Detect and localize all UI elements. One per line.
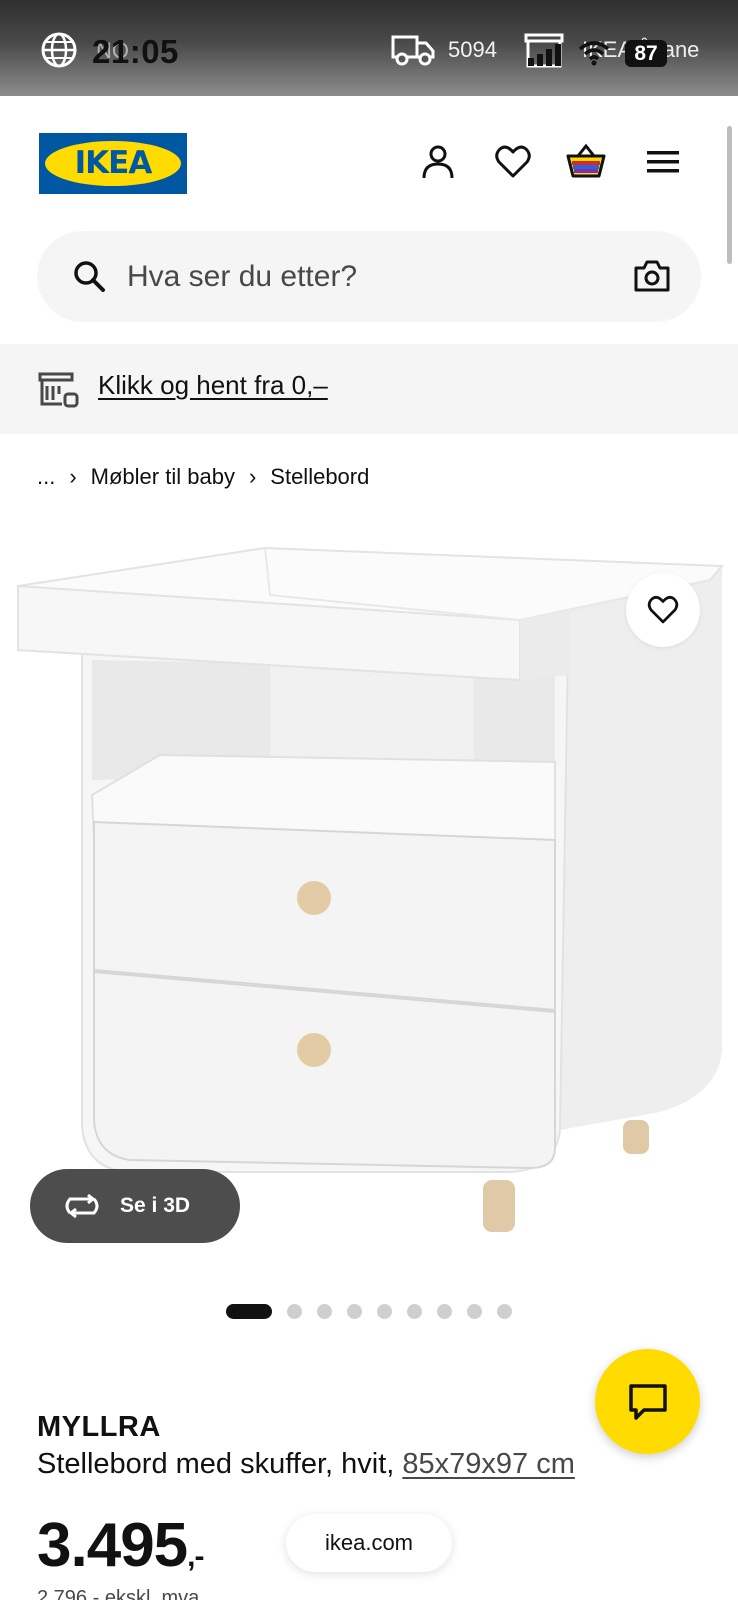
product-description-text: Stellebord med skuffer, hvit, xyxy=(37,1448,395,1480)
breadcrumb-item-changing-tables[interactable]: Stellebord xyxy=(270,464,369,490)
gallery-dot[interactable] xyxy=(437,1303,452,1319)
product-image[interactable] xyxy=(0,540,738,1260)
battery-indicator: 87 xyxy=(625,40,667,67)
search-input[interactable] xyxy=(127,231,597,322)
price-ex-vat: 2.796,- ekskl. mva xyxy=(37,1587,200,1600)
page-scrollbar[interactable] xyxy=(727,126,732,264)
rotate-3d-icon xyxy=(65,1193,99,1219)
user-icon[interactable] xyxy=(418,142,458,182)
product-name: MYLLRA xyxy=(37,1411,161,1443)
status-bar: NO 21:05 5094 IKEA Åsane 87 xyxy=(0,0,738,96)
search-bar[interactable] xyxy=(37,231,701,322)
view-3d-button[interactable]: Se i 3D xyxy=(30,1169,240,1243)
click-collect-icon xyxy=(38,372,79,408)
gallery-dot[interactable] xyxy=(347,1303,362,1319)
status-time: 21:05 xyxy=(92,33,179,70)
gallery-pagination xyxy=(226,1302,527,1320)
site-header: IKEA xyxy=(0,96,738,230)
view-3d-label: Se i 3D xyxy=(120,1194,191,1217)
wifi-icon xyxy=(578,41,610,66)
ikea-logo[interactable]: IKEA xyxy=(39,133,187,194)
store-number: 5094 xyxy=(448,37,497,62)
heart-icon xyxy=(647,595,679,624)
browser-url-pill[interactable]: ikea.com xyxy=(286,1514,452,1572)
product-description: Stellebord med skuffer, hvit, 85x79x97 c… xyxy=(37,1448,575,1481)
breadcrumb-ellipsis[interactable]: ... xyxy=(37,464,55,490)
product-size-link[interactable]: 85x79x97 cm xyxy=(402,1448,575,1480)
gallery-dot[interactable] xyxy=(287,1303,302,1319)
breadcrumb: ... › Møbler til baby › Stellebord xyxy=(37,460,369,494)
product-price: 3.495,- xyxy=(37,1510,205,1581)
gallery-dot[interactable] xyxy=(377,1303,392,1319)
chat-button[interactable] xyxy=(595,1349,700,1454)
gallery-dot[interactable] xyxy=(467,1303,482,1319)
delivery-truck-icon xyxy=(391,35,435,66)
search-icon[interactable] xyxy=(71,258,107,294)
shopping-bag-icon[interactable] xyxy=(566,142,606,182)
chevron-right-icon: › xyxy=(69,464,77,489)
logo-text: IKEA xyxy=(74,145,153,181)
menu-icon[interactable] xyxy=(643,142,683,182)
cell-signal-icon xyxy=(528,44,561,66)
heart-icon[interactable] xyxy=(493,142,533,182)
gallery-dot[interactable] xyxy=(317,1303,332,1319)
price-suffix: ,- xyxy=(187,1540,204,1573)
globe-icon xyxy=(41,32,77,68)
gallery-dot[interactable] xyxy=(407,1303,422,1319)
click-collect-link[interactable]: Klikk og hent fra 0,– xyxy=(98,370,328,401)
gallery-dot[interactable] xyxy=(497,1303,512,1319)
chat-icon xyxy=(628,1383,667,1420)
breadcrumb-item-baby-furniture[interactable]: Møbler til baby xyxy=(91,464,235,490)
chevron-right-icon: › xyxy=(248,464,257,489)
camera-icon[interactable] xyxy=(633,258,671,294)
click-collect-banner: Klikk og hent fra 0,– xyxy=(0,344,738,434)
gallery-dot[interactable] xyxy=(226,1303,272,1319)
favorite-button[interactable] xyxy=(626,573,700,647)
price-value: 3.495 xyxy=(37,1511,188,1580)
